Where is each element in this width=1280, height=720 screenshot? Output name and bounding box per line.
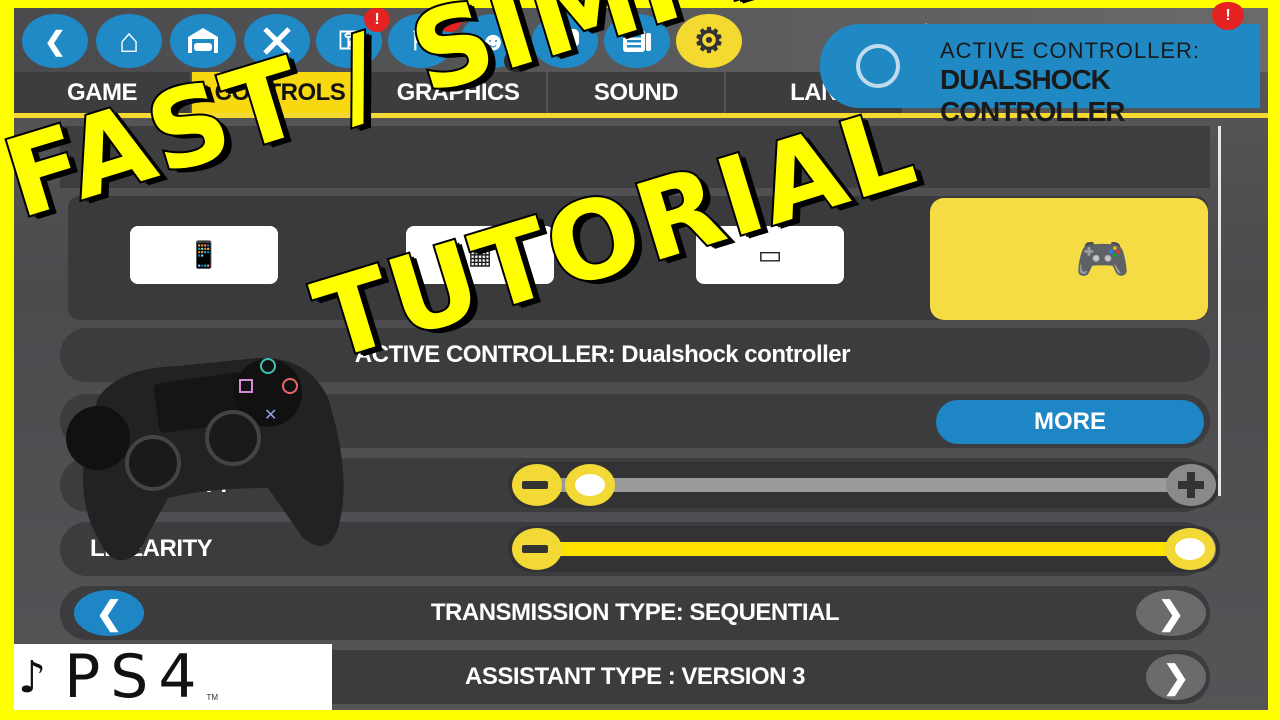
gamepad-icon: 🎮: [1074, 235, 1130, 284]
chevron-left-icon: ❮: [95, 595, 123, 631]
toast-controller-name: DUALSHOCK CONTROLLER: [940, 64, 1125, 127]
slider-handle[interactable]: [564, 464, 615, 506]
minus-icon[interactable]: [512, 528, 562, 570]
toast-title: ACTIVE CONTROLLER:: [940, 38, 1201, 63]
next-assistant-button[interactable]: ❯: [1146, 654, 1206, 700]
slider-handle[interactable]: [1165, 528, 1215, 570]
transmission-row: TRANSMISSION TYPE: SEQUENTIAL ❮ ❯: [60, 586, 1210, 640]
scrollbar[interactable]: [1218, 126, 1221, 496]
cross-icon: ✕: [264, 405, 277, 424]
prev-transmission-button[interactable]: ❮: [74, 590, 144, 636]
sensitivity-slider[interactable]: [508, 462, 1220, 508]
next-transmission-button[interactable]: ❯: [1136, 590, 1206, 636]
home-icon: ⌂: [118, 21, 140, 60]
minus-icon[interactable]: [512, 464, 562, 506]
ps4-logo: ♪ PS4 TM: [14, 642, 332, 712]
transmission-label: TRANSMISSION TYPE: SEQUENTIAL: [430, 599, 840, 626]
ps4-controller-image: ✕: [66, 357, 344, 561]
playstation-icon: ♪: [18, 651, 47, 703]
trademark: TM: [206, 692, 219, 702]
slider-fill: [548, 542, 1190, 556]
slider-track: [548, 478, 1180, 492]
back-button[interactable]: ❮: [22, 14, 88, 68]
mode-option-gamepad[interactable]: 🎮: [930, 198, 1208, 320]
mode-option-tilt[interactable]: 📱: [130, 226, 278, 284]
ps4-logo-text: PS4: [64, 642, 207, 712]
more-button[interactable]: MORE: [936, 400, 1204, 444]
chevron-left-icon: ❮: [44, 25, 66, 56]
plus-icon[interactable]: [1166, 464, 1216, 506]
garage-car-icon: [188, 28, 218, 53]
tab-sound[interactable]: SOUND: [548, 72, 726, 113]
home-button[interactable]: ⌂: [96, 14, 162, 68]
chevron-right-icon: ❯: [1157, 595, 1185, 631]
controller-connect-icon: [856, 44, 900, 88]
chevron-right-icon: ❯: [1162, 659, 1190, 695]
phone-tilt-icon: 📱: [187, 239, 221, 270]
linearity-slider[interactable]: [508, 526, 1220, 572]
